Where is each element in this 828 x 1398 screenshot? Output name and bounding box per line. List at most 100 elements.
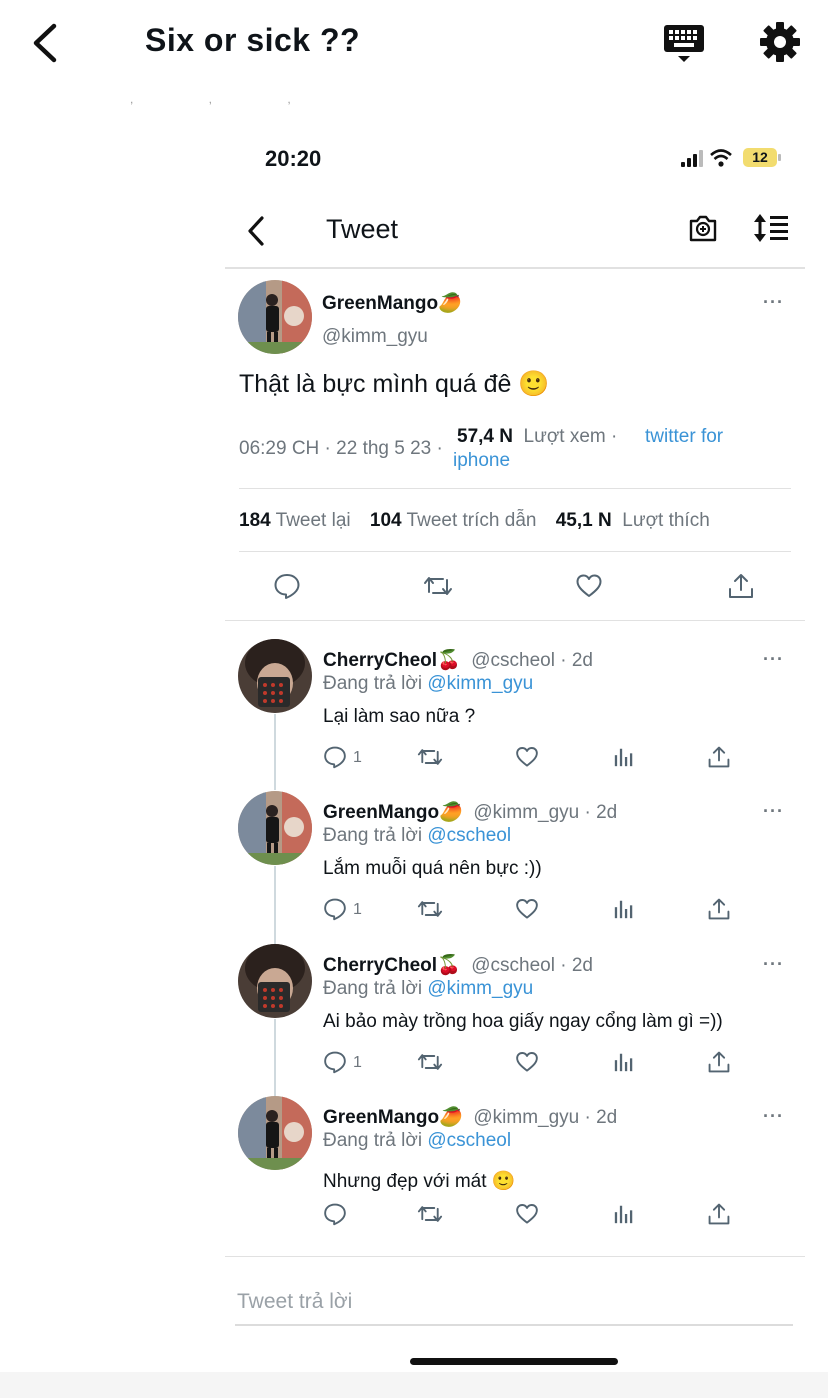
likes-label[interactable]: Lượt thích — [622, 510, 710, 531]
back-icon[interactable] — [245, 214, 267, 248]
replying-to-label: Đang trả lời — [323, 673, 423, 694]
reply-icon[interactable] — [323, 897, 347, 921]
more-options-icon[interactable]: ··· — [763, 801, 784, 822]
stats-icon[interactable] — [613, 898, 637, 922]
replying-to-handle[interactable]: @kimm_gyu — [427, 978, 533, 999]
replying-to-label: Đang trả lời — [323, 978, 423, 999]
avatar-greenmango[interactable] — [238, 791, 312, 865]
reader-top-bar: Six or sick ?? — [0, 0, 828, 90]
quotes-count[interactable]: 104 — [370, 510, 402, 531]
reply-count: 1 — [353, 749, 362, 766]
source-line-2[interactable]: iphone — [453, 449, 510, 473]
home-indicator[interactable] — [410, 1358, 618, 1365]
nav-title: Tweet — [326, 214, 399, 244]
reply-author-name[interactable]: GreenMango🥭 — [323, 1107, 463, 1128]
retweets-count[interactable]: 184 — [239, 510, 271, 531]
replying-to-handle[interactable]: @cscheol — [427, 825, 511, 846]
retweet-icon[interactable] — [417, 1050, 443, 1074]
share-icon[interactable] — [727, 572, 755, 600]
likes-count[interactable]: 45,1 N — [556, 510, 612, 531]
reply-author[interactable]: CherryCheol🍒 @cscheol · 2d — [323, 953, 593, 977]
retweet-icon[interactable] — [417, 1202, 443, 1226]
share-icon[interactable] — [707, 1202, 731, 1226]
replying-to: Đang trả lời @kimm_gyu — [323, 978, 533, 1000]
camera-plus-icon[interactable] — [687, 212, 719, 244]
replying-to: Đang trả lời @kimm_gyu — [323, 673, 533, 695]
stats-icon[interactable] — [613, 1203, 637, 1227]
source-line-1[interactable]: twitter for — [645, 425, 723, 449]
more-options-icon[interactable]: ··· — [763, 649, 784, 670]
sort-icon[interactable] — [752, 212, 790, 244]
avatar-cherrycheol[interactable] — [238, 944, 312, 1018]
replying-to-label: Đang trả lời — [323, 1130, 423, 1151]
reply-author-name[interactable]: CherryCheol🍒 — [323, 650, 461, 671]
more-options-icon[interactable]: ··· — [763, 954, 784, 975]
engagement-stats: 184 Tweet lại 104 Tweet trích dẫn 45,1 N… — [239, 510, 710, 532]
reply-input[interactable]: Tweet trả lời — [237, 1290, 352, 1314]
reply-author-name[interactable]: GreenMango🥭 — [323, 802, 463, 823]
bottom-edge — [0, 1372, 828, 1398]
thread-line — [274, 1019, 276, 1097]
stats-icon[interactable] — [613, 746, 637, 770]
battery-indicator: 12 — [743, 148, 777, 167]
like-icon[interactable] — [515, 745, 539, 769]
replying-to-handle[interactable]: @cscheol — [427, 1130, 511, 1151]
reply-author[interactable]: CherryCheol🍒 @cscheol · 2d — [323, 648, 593, 672]
divider — [239, 488, 791, 489]
avatar-cherrycheol[interactable] — [238, 639, 312, 713]
replying-to-handle[interactable]: @kimm_gyu — [427, 673, 533, 694]
gear-icon[interactable] — [758, 20, 802, 64]
views-label: Lượt xem · — [523, 426, 618, 447]
share-icon[interactable] — [707, 745, 731, 769]
decorative-specks: , , , — [130, 92, 327, 106]
share-icon[interactable] — [707, 1050, 731, 1074]
author-name[interactable]: GreenMango🥭 — [322, 291, 462, 315]
divider — [225, 1256, 805, 1257]
avatar-greenmango[interactable] — [238, 1096, 312, 1170]
reply-icon[interactable] — [323, 1050, 347, 1074]
tweet-timestamp: 06:29 CH · 22 thg 5 23 · — [239, 438, 443, 459]
reply-author-name[interactable]: CherryCheol🍒 — [323, 955, 461, 976]
avatar-greenmango[interactable] — [238, 280, 312, 354]
share-icon[interactable] — [707, 897, 731, 921]
like-icon[interactable] — [515, 1050, 539, 1074]
reply-icon[interactable] — [323, 745, 347, 769]
like-icon[interactable] — [515, 897, 539, 921]
reply-handle-time: @cscheol · 2d — [471, 650, 593, 671]
retweet-icon[interactable] — [423, 572, 452, 600]
page-title: Six or sick ?? — [145, 22, 361, 58]
more-options-icon[interactable]: ··· — [763, 1106, 784, 1127]
reply-text: Nhưng đẹp với mát 🙂 — [323, 1171, 516, 1192]
tweet-text: Thật là bực mình quá đê 🙂 — [239, 370, 550, 398]
author-handle[interactable]: @kimm_gyu — [322, 326, 428, 348]
views-count: 57,4 N — [457, 426, 513, 447]
tweet-screenshot: 20:20 12 Tweet GreenMango🥭 @kimm_gyu ···… — [225, 120, 805, 1380]
replying-to-label: Đang trả lời — [323, 825, 423, 846]
reply-text: Ai bảo mày trồng hoa giấy ngay cổng làm … — [323, 1011, 723, 1032]
retweets-label[interactable]: Tweet lại — [276, 510, 351, 531]
like-icon[interactable] — [515, 1202, 539, 1226]
chevron-left-icon[interactable] — [28, 22, 62, 64]
reply-text: Lắm muỗi quá nên bực :)) — [323, 858, 542, 879]
reply-icon[interactable] — [273, 572, 301, 600]
reply-author[interactable]: GreenMango🥭 @kimm_gyu · 2d — [323, 1105, 617, 1129]
stats-icon[interactable] — [613, 1051, 637, 1075]
more-options-icon[interactable]: ··· — [763, 292, 784, 313]
thread-line — [274, 714, 276, 790]
signal-icon — [681, 162, 685, 167]
retweet-icon[interactable] — [417, 745, 443, 769]
reply-author[interactable]: GreenMango🥭 @kimm_gyu · 2d — [323, 800, 617, 824]
retweet-icon[interactable] — [417, 897, 443, 921]
keyboard-icon[interactable] — [662, 22, 706, 66]
tweet-views: 57,4 N Lượt xem · — [457, 425, 617, 449]
quotes-label[interactable]: Tweet trích dẫn — [407, 510, 537, 531]
replying-to: Đang trả lời @cscheol — [323, 825, 511, 847]
reply-icon[interactable] — [323, 1202, 347, 1226]
nav-divider — [225, 267, 805, 269]
battery-nub — [778, 154, 781, 161]
like-icon[interactable] — [575, 572, 603, 600]
reply-handle-time: @kimm_gyu · 2d — [473, 1107, 618, 1128]
replying-to: Đang trả lời @cscheol — [323, 1130, 511, 1152]
thread-line — [274, 866, 276, 944]
reply-handle-time: @cscheol · 2d — [471, 955, 593, 976]
